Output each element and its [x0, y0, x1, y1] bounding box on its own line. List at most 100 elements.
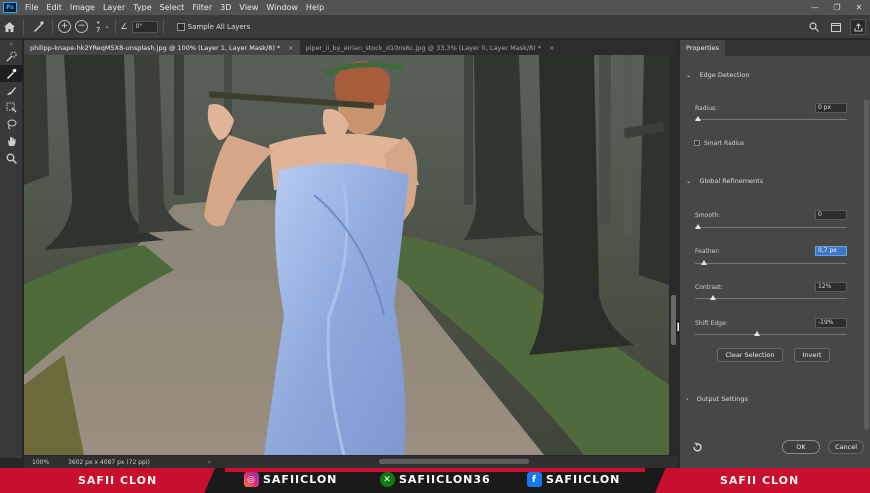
contrast-slider-knob[interactable] — [710, 295, 717, 300]
menu-help[interactable]: Help — [302, 3, 328, 12]
brush-size-picker[interactable]: • 7 — [96, 19, 101, 34]
menu-window[interactable]: Window — [262, 3, 302, 12]
menu-view[interactable]: View — [235, 3, 262, 12]
horizontal-scroll-thumb[interactable] — [379, 459, 529, 464]
radius-slider[interactable] — [695, 116, 847, 121]
contrast-input[interactable]: 12% — [815, 282, 847, 292]
feather-input[interactable]: 0,7 px — [815, 246, 847, 256]
radius-input[interactable]: 0 px — [815, 103, 847, 113]
divider — [52, 18, 53, 35]
close-icon[interactable]: ✕ — [848, 0, 870, 15]
contrast-slider[interactable] — [695, 295, 847, 300]
lasso-tool-icon[interactable] — [0, 116, 23, 133]
instagram-text: SAFIICLON — [263, 473, 338, 486]
divider — [23, 18, 24, 35]
instagram-icon: ◎ — [244, 472, 259, 487]
close-tab-icon[interactable]: × — [288, 44, 293, 52]
hand-tool-icon[interactable] — [0, 133, 23, 150]
menu-image[interactable]: Image — [66, 3, 99, 12]
feather-slider-knob[interactable] — [701, 260, 708, 265]
smart-radius-checkbox[interactable] — [694, 140, 700, 146]
sample-all-layers-checkbox[interactable] — [176, 22, 185, 31]
xbox-handle: ✕ SAFIICLON36 — [380, 472, 491, 487]
global-refinements-section[interactable]: ⌄ Global Refinements — [686, 177, 763, 185]
clear-selection-button[interactable]: Clear Selection — [717, 348, 783, 362]
shift-edge-slider-knob[interactable] — [754, 331, 761, 336]
output-settings-heading: Output Settings — [696, 395, 748, 403]
status-arrow-icon[interactable]: › — [208, 459, 210, 466]
smooth-label: Smooth: — [695, 212, 721, 219]
menu-select[interactable]: Select — [156, 3, 189, 12]
restore-icon[interactable]: ❐ — [826, 0, 848, 15]
feather-slider[interactable] — [695, 260, 847, 265]
reset-icon[interactable] — [692, 442, 703, 455]
angle-input[interactable]: 0° — [131, 20, 158, 33]
tab-document-2[interactable]: piper_ii_by_eirian_stock_d10ns6c.jpg @ 3… — [300, 40, 561, 55]
cancel-button[interactable]: Cancel — [828, 440, 864, 454]
refine-edge-brush-icon[interactable] — [29, 18, 47, 36]
menu-edit[interactable]: Edit — [42, 3, 66, 12]
home-icon[interactable] — [0, 18, 18, 36]
menu-file[interactable]: File — [21, 3, 42, 12]
divider — [114, 18, 116, 35]
menu-filter[interactable]: Filter — [188, 3, 216, 12]
edge-detection-section[interactable]: ⌄ Edge Detection — [686, 71, 749, 79]
output-settings-section[interactable]: › Output Settings — [686, 395, 748, 403]
close-tab-icon[interactable]: × — [549, 44, 554, 52]
invert-button[interactable]: Invert — [794, 348, 830, 362]
edge-detection-heading: Edge Detection — [699, 71, 750, 79]
facebook-handle: f SAFIICLON — [527, 472, 620, 487]
brush-size-value: 7 — [96, 25, 101, 34]
menu-3d[interactable]: 3D — [216, 3, 235, 12]
tool-panel: » — [0, 40, 23, 458]
facebook-icon: f — [527, 472, 542, 487]
subtract-from-selection-icon[interactable]: − — [75, 20, 88, 33]
options-bar: + − • 7 ⌄ ∠ 0° Sample All Layers — [0, 15, 870, 39]
share-icon[interactable] — [850, 19, 866, 35]
status-bar: 100% 3602 px x 4087 px (72 ppi) › — [24, 456, 678, 468]
object-selection-tool-icon[interactable] — [0, 99, 23, 116]
quick-selection-tool-icon[interactable] — [0, 48, 23, 65]
sample-all-layers-label: Sample All Layers — [187, 22, 251, 31]
instagram-handle: ◎ SAFIICLON — [244, 472, 337, 487]
chevron-right-icon: › — [686, 395, 689, 403]
properties-scrollbar[interactable] — [864, 100, 869, 430]
contrast-label: Contrast: — [695, 284, 723, 291]
shift-edge-label: Shift Edge: — [695, 320, 728, 327]
xbox-icon: ✕ — [380, 472, 395, 487]
smooth-slider[interactable] — [695, 224, 847, 229]
document-dimensions: 3602 px x 4087 px (72 ppi) — [68, 458, 150, 466]
global-refinements-heading: Global Refinements — [699, 177, 764, 185]
menu-layer[interactable]: Layer — [99, 3, 129, 12]
ok-button[interactable]: OK — [782, 440, 820, 454]
minimize-icon[interactable]: — — [804, 0, 826, 15]
collapse-icon[interactable]: » — [0, 40, 23, 48]
shift-edge-input[interactable]: -19% — [815, 318, 847, 328]
smooth-slider-knob[interactable] — [695, 224, 702, 229]
tab-properties[interactable]: Properties — [680, 40, 725, 56]
workspace-icon[interactable] — [828, 19, 844, 35]
brush-tool-icon[interactable] — [0, 82, 23, 99]
feather-label: Feather: — [695, 248, 720, 255]
shift-edge-slider[interactable] — [695, 331, 847, 336]
search-icon[interactable] — [806, 19, 822, 35]
radius-slider-knob[interactable] — [695, 116, 702, 121]
tab-label: philipp-knape-hk2YReqM5X8-unsplash.jpg @… — [30, 43, 281, 52]
document-tabs: philipp-knape-hk2YReqM5X8-unsplash.jpg @… — [24, 40, 678, 55]
canvas-vertical-scrollbar[interactable] — [669, 55, 678, 455]
smooth-input[interactable]: 0 — [815, 210, 847, 220]
smart-radius-label: Smart Radius — [704, 140, 745, 147]
chevron-down-icon: ⌄ — [686, 71, 692, 79]
radius-label: Radius: — [695, 105, 718, 112]
facebook-text: SAFIICLON — [546, 473, 621, 486]
menu-type[interactable]: Type — [129, 3, 155, 12]
add-to-selection-icon[interactable]: + — [58, 20, 71, 33]
tab-label: piper_ii_by_eirian_stock_d10ns6c.jpg @ 3… — [305, 43, 542, 52]
refine-edge-brush-tool-icon[interactable] — [0, 65, 23, 82]
chevron-down-icon[interactable]: ⌄ — [104, 23, 109, 30]
document-canvas[interactable] — [24, 55, 669, 455]
zoom-level[interactable]: 100% — [24, 459, 68, 466]
zoom-tool-icon[interactable] — [0, 150, 23, 167]
tab-document-1[interactable]: philipp-knape-hk2YReqM5X8-unsplash.jpg @… — [24, 40, 300, 55]
photoshop-logo: Ps — [3, 2, 17, 13]
